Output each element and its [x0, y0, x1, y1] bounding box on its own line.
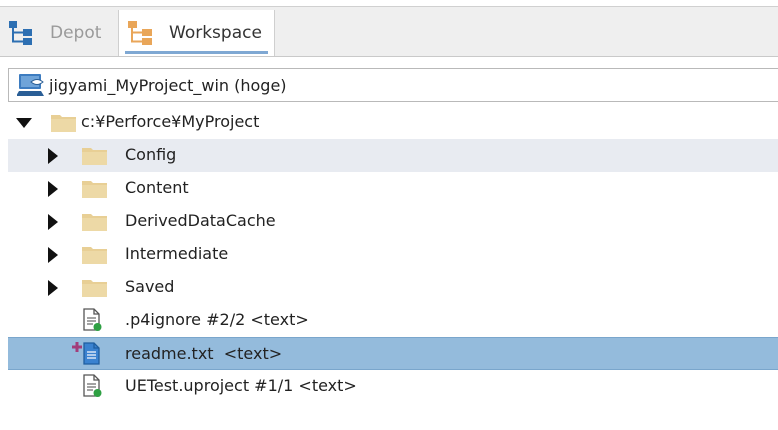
folder-row-intermediate[interactable]: Intermediate: [8, 238, 778, 271]
file-label: UETest.uproject #1/1 <text>: [125, 376, 357, 395]
folder-icon: [82, 148, 107, 165]
expand-arrow-icon[interactable]: [48, 214, 58, 230]
expand-arrow-icon[interactable]: [48, 247, 58, 263]
expand-arrow-icon[interactable]: [48, 181, 58, 197]
folder-row-config[interactable]: Config: [8, 139, 778, 172]
synced-file-icon: [83, 374, 102, 397]
folder-label: Saved: [125, 277, 175, 296]
file-row-p4ignore[interactable]: .p4ignore #2/2 <text>: [8, 304, 778, 337]
tab-bar: Depot Workspace: [0, 0, 778, 57]
folder-row-deriveddatacache[interactable]: DerivedDataCache: [8, 205, 778, 238]
tree-root-label: c:¥Perforce¥MyProject: [81, 112, 260, 131]
depot-tree-icon: [9, 21, 32, 45]
folder-row-saved[interactable]: Saved: [8, 271, 778, 304]
folder-label: Content: [125, 178, 189, 197]
file-row-readme[interactable]: readme.txt <text>: [8, 337, 778, 370]
folder-row-content[interactable]: Content: [8, 172, 778, 205]
synced-file-icon: [83, 308, 102, 331]
marked-for-add-file-icon: [83, 342, 100, 365]
file-label: readme.txt <text>: [125, 344, 283, 363]
folder-icon: [82, 247, 107, 264]
folder-icon: [51, 115, 76, 132]
workspace-name: jigyami_MyProject_win (hoge): [49, 75, 287, 95]
tab-bar-top-line: [0, 0, 778, 7]
tab-workspace[interactable]: Workspace: [118, 10, 275, 56]
workspace-selector[interactable]: jigyami_MyProject_win (hoge): [8, 68, 778, 102]
file-row-uetest-uproject[interactable]: UETest.uproject #1/1 <text>: [8, 370, 778, 403]
tab-depot-label: Depot: [50, 23, 102, 43]
folder-label: Intermediate: [125, 244, 229, 263]
tab-workspace-label: Workspace: [169, 23, 262, 43]
workspace-computer-icon: [17, 74, 44, 96]
folder-icon: [82, 214, 107, 231]
tab-depot[interactable]: Depot: [0, 10, 116, 56]
expand-arrow-icon[interactable]: [48, 148, 58, 164]
workspace-tree-icon: [128, 21, 152, 45]
tree-root-row[interactable]: c:¥Perforce¥MyProject: [8, 106, 778, 139]
collapse-arrow-icon[interactable]: [16, 118, 32, 128]
file-label: .p4ignore #2/2 <text>: [125, 310, 309, 329]
folder-label: DerivedDataCache: [125, 211, 276, 230]
folder-icon: [82, 280, 107, 297]
folder-icon: [82, 181, 107, 198]
expand-arrow-icon[interactable]: [48, 280, 58, 296]
folder-label: Config: [125, 145, 177, 164]
